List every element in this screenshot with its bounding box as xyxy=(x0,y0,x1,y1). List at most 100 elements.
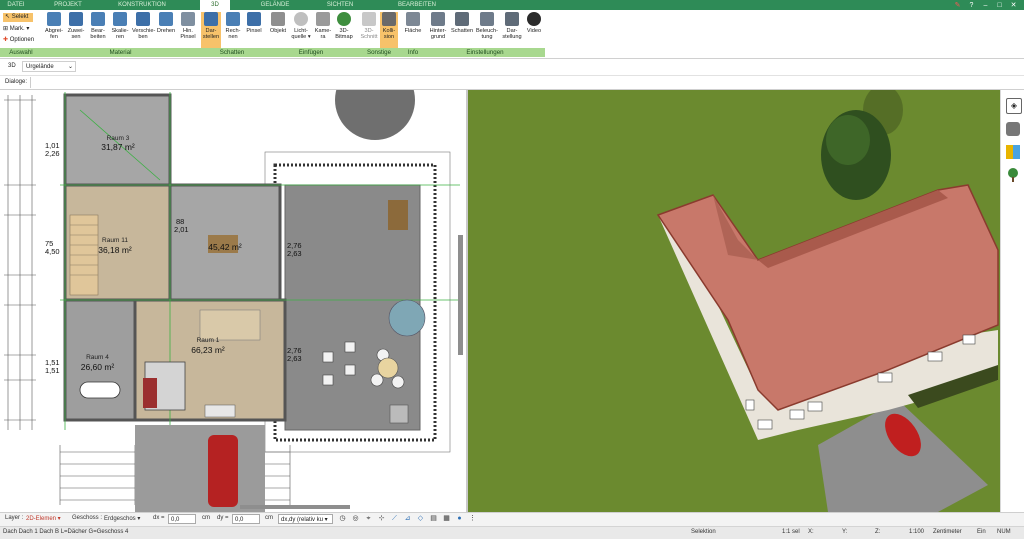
rechnen-button[interactable]: Rech-nen xyxy=(223,12,243,41)
geschoss-select[interactable]: Erdgeschos ▾ xyxy=(104,515,140,522)
more-icon[interactable]: ⋮ xyxy=(468,514,477,523)
pinsel-button[interactable]: Pinsel xyxy=(245,12,263,34)
monitor-icon xyxy=(505,12,519,26)
darstellung-button[interactable]: Dar-stellung xyxy=(501,12,523,41)
schatten-button[interactable]: Schatten xyxy=(451,12,473,34)
darstellen-button[interactable]: Dar-stellen xyxy=(201,12,221,48)
divider xyxy=(30,77,31,88)
grid-icon[interactable]: ▦ xyxy=(442,514,451,523)
coordinate-mode-select[interactable]: dx,dy (relativ ku ▾ xyxy=(278,514,333,524)
beleuchtung-button[interactable]: Beleuch-tung xyxy=(475,12,499,41)
help-icon[interactable]: ? xyxy=(967,1,976,10)
edit-icon xyxy=(91,12,105,26)
geschoss-label: Geschoss : xyxy=(72,515,103,521)
dimension-label: 2,26 xyxy=(45,149,60,158)
layers-icon[interactable]: ◈ xyxy=(1006,98,1022,114)
skalieren-button[interactable]: Skalie-ren xyxy=(110,12,130,41)
dx-unit: cm xyxy=(202,515,210,521)
kollision-button[interactable]: Kolli-sion xyxy=(380,12,398,48)
pin-icon[interactable]: ✎ xyxy=(953,1,962,10)
hintergrund-button[interactable]: Hinter-grund xyxy=(427,12,449,41)
rotate-icon xyxy=(159,12,173,26)
ribbon-tab-bar: DATEI PROJEKT KONSTRUKTION 3D GELÄNDE SI… xyxy=(0,0,1024,11)
lighting-house-icon xyxy=(480,12,494,26)
group-sonstige: Sonstige xyxy=(357,48,402,57)
calculate-icon xyxy=(226,12,240,26)
clock-icon[interactable]: ◷ xyxy=(338,514,347,523)
dialoge-label: Dialoge: xyxy=(5,79,28,85)
paint-icon xyxy=(247,12,261,26)
3d-view[interactable] xyxy=(468,90,1000,512)
chevron-down-icon: ⌄ xyxy=(67,64,73,70)
video-button[interactable]: Video xyxy=(525,12,543,34)
status-bar: Dach Dach 1 Dach B L=Dächer G=Geschoss 4… xyxy=(0,526,1024,539)
furniture-icon[interactable] xyxy=(1006,122,1020,136)
chair-icon xyxy=(271,12,285,26)
section-icon xyxy=(362,12,376,26)
close-icon[interactable]: ✕ xyxy=(1009,1,1018,10)
brush-icon xyxy=(181,12,195,26)
tab-gelaende[interactable]: GELÄNDE xyxy=(255,0,295,10)
floor-plan-drawing xyxy=(4,90,463,512)
material-palette-icon[interactable] xyxy=(1006,145,1020,159)
room-area: 31,87 m² xyxy=(101,142,135,152)
room-name: Raum 11 xyxy=(102,237,128,244)
zuweisen-button[interactable]: Zuwei-sen xyxy=(66,12,86,41)
ein-indicator: Ein xyxy=(977,529,986,535)
layer-snap-icon[interactable]: ◇ xyxy=(416,514,425,523)
table-icon[interactable]: ▤ xyxy=(429,514,438,523)
select-button[interactable]: ↖ Selekt xyxy=(3,13,33,22)
room-name: Raum 1 xyxy=(196,337,220,344)
group-material: Material xyxy=(42,48,200,57)
group-auswahl: Auswahl xyxy=(0,48,43,57)
dimension-label: 4,50 xyxy=(45,247,60,256)
kamera-button[interactable]: Kame-ra xyxy=(314,12,332,41)
tree-icon[interactable] xyxy=(1006,168,1020,182)
abgreifen-button[interactable]: Abgrei-fen xyxy=(44,12,64,41)
drehen-button[interactable]: Drehen xyxy=(156,12,176,34)
status-toolbar: Layer : 2D-Elemen ▾ Geschoss : Erdgescho… xyxy=(0,512,1024,527)
layer-select[interactable]: 2D-Elemen ▾ xyxy=(26,515,61,522)
snap-icon[interactable]: ⌖ xyxy=(364,514,373,523)
dialog-bar: Dialoge: xyxy=(0,76,1024,90)
tab-datei[interactable]: DATEI xyxy=(2,0,30,10)
room-name: Raum 3 xyxy=(106,135,130,142)
record-icon[interactable]: ● xyxy=(455,514,464,523)
mark-button[interactable]: ⊞ Mark. ▾ xyxy=(3,25,29,32)
dimension-label: 2,63 xyxy=(287,249,302,258)
floor-plan-view[interactable]: Raum 3 31,87 m² Raum 11 36,18 m² Raum 4 … xyxy=(0,90,466,512)
y-coordinate-label: Y: xyxy=(842,529,848,535)
group-schatten: Schatten xyxy=(199,48,266,57)
tab-sichten[interactable]: SICHTEN xyxy=(320,0,360,10)
objekt-button[interactable]: Objekt xyxy=(268,12,288,34)
collision-icon xyxy=(382,12,396,26)
verschieben-button[interactable]: Verschie-ben xyxy=(132,12,155,41)
dy-input[interactable]: 0,0 xyxy=(232,514,260,524)
dy-label: dy = xyxy=(217,515,229,521)
maximize-icon[interactable]: □ xyxy=(995,1,1004,10)
angle-snap-icon[interactable]: ⊿ xyxy=(403,514,412,523)
bearbeiten-button[interactable]: Bear-beiten xyxy=(88,12,108,41)
tab-konstruktion[interactable]: KONSTRUKTION xyxy=(112,0,172,10)
options-button[interactable]: ✚ Optionen xyxy=(3,36,34,43)
area-icon xyxy=(406,12,420,26)
room-area: 66,23 m² xyxy=(191,345,225,355)
flaeche-button[interactable]: Fläche xyxy=(403,12,423,34)
dx-input[interactable]: 0,0 xyxy=(168,514,196,524)
minimize-icon[interactable]: – xyxy=(981,1,990,10)
room-area: 36,18 m² xyxy=(98,245,132,255)
layer-dropdown[interactable]: Urgelände ⌄ xyxy=(22,61,76,72)
schnitt-button[interactable]: 3D- Schnitt xyxy=(360,12,378,41)
bitmap-button[interactable]: 3D- Bitmap xyxy=(334,12,354,41)
dy-unit: cm xyxy=(265,515,273,521)
lichtquelle-button[interactable]: Licht-quelle ▾ xyxy=(290,12,312,41)
grid-snap-icon[interactable]: ⊹ xyxy=(377,514,386,523)
tab-bearbeiten[interactable]: BEARBEITEN xyxy=(392,0,442,10)
line-snap-icon[interactable]: ⟋ xyxy=(390,514,399,523)
play-icon xyxy=(527,12,541,26)
tab-projekt[interactable]: PROJEKT xyxy=(52,0,84,10)
camera-icon xyxy=(316,12,330,26)
target-icon[interactable]: ◎ xyxy=(351,514,360,523)
hinpinsel-button[interactable]: Hin. Pinsel xyxy=(178,12,198,41)
selection-label: Selektion xyxy=(691,529,716,535)
